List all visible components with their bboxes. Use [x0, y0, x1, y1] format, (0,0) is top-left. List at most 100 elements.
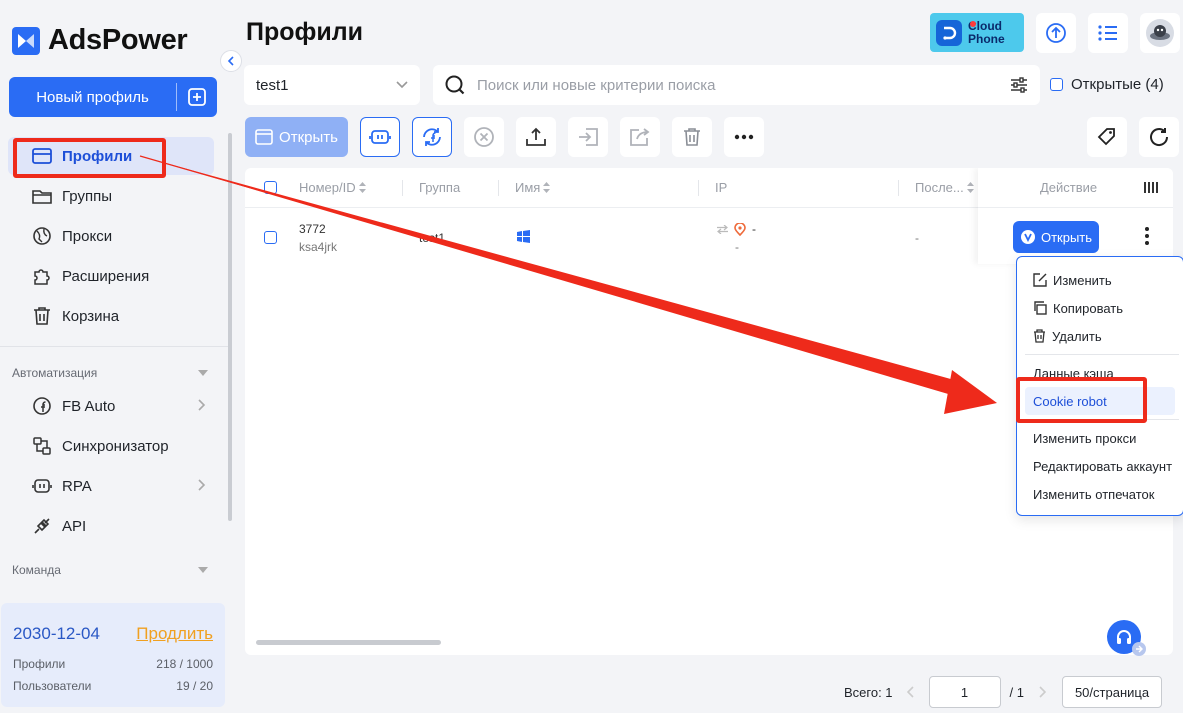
column-group-label: Группа: [419, 180, 461, 195]
row-open-button[interactable]: Открыть: [1013, 221, 1099, 253]
sidebar-item-trash[interactable]: Корзина: [8, 297, 214, 335]
plan-users-value: 19 / 20: [176, 679, 213, 693]
column-header-last-open[interactable]: После...: [915, 180, 974, 195]
row-open-label: Открыть: [1040, 229, 1093, 245]
row-ip-value: -: [752, 222, 756, 236]
new-profile-button[interactable]: Новый профиль: [9, 77, 176, 117]
new-profile-button-group: Новый профиль: [9, 77, 217, 117]
row-last-open: -: [915, 231, 919, 245]
add-square-icon: [188, 88, 206, 106]
page-size-value: 50/страница: [1074, 684, 1150, 700]
support-button[interactable]: [1107, 620, 1146, 656]
upload-button[interactable]: [1036, 13, 1076, 53]
page-size-select[interactable]: 50/страница: [1062, 676, 1163, 708]
chevron-left-icon: [227, 56, 234, 66]
caret-down-icon: [198, 370, 208, 376]
search-input[interactable]: [477, 76, 998, 94]
row-checkbox[interactable]: [264, 231, 277, 244]
select-all-checkbox[interactable]: [264, 181, 277, 194]
menu-item-delete[interactable]: Удалить: [1025, 322, 1175, 350]
sidebar-item-proxies[interactable]: Прокси: [8, 217, 214, 255]
column-header-ip: IP: [715, 180, 727, 195]
fb-sync-button[interactable]: [412, 117, 452, 157]
row-number: 3772: [299, 222, 326, 236]
column-header-name[interactable]: Имя: [515, 180, 551, 195]
close-browser-button[interactable]: [464, 117, 504, 157]
tags-button[interactable]: [1087, 117, 1127, 157]
column-header-number[interactable]: Номер/ID: [299, 180, 366, 195]
refresh-button[interactable]: [1139, 117, 1179, 157]
sidebar-item-label: Синхронизатор: [62, 437, 169, 455]
trash-icon: [32, 306, 52, 326]
move-in-icon: [579, 128, 598, 146]
task-list-button[interactable]: [1088, 13, 1128, 53]
row-group: test1: [419, 231, 446, 245]
more-vertical-icon[interactable]: [1145, 227, 1149, 245]
chevron-right-icon: [198, 399, 206, 411]
sidebar-item-fb-auto[interactable]: FB Auto: [8, 387, 214, 425]
annotation-box-profiles: [13, 138, 166, 178]
sidebar-divider: [0, 346, 232, 347]
batch-add-button[interactable]: [177, 77, 217, 117]
plan-users-label: Пользователи: [13, 679, 92, 693]
plan-card: 2030-12-04 Продлить Профили 218 / 1000 П…: [1, 603, 225, 707]
menu-item-change-fingerprint[interactable]: Изменить отпечаток: [1025, 480, 1175, 508]
plug-icon: [32, 516, 52, 536]
sidebar-item-label: API: [62, 517, 87, 535]
annotation-box-cookie-robot: [1016, 377, 1147, 423]
avatar[interactable]: [1140, 13, 1180, 53]
menu-item-copy[interactable]: Копировать: [1025, 294, 1175, 322]
sidebar-item-synchronizer[interactable]: Синхронизатор: [8, 427, 214, 465]
move-to-group-button[interactable]: [568, 117, 608, 157]
menu-item-change-proxy[interactable]: Изменить прокси: [1025, 424, 1175, 452]
column-header-action: Действие: [1040, 180, 1097, 195]
opened-filter[interactable]: Открытые (4): [1050, 76, 1164, 93]
sidebar-item-api[interactable]: API: [8, 507, 214, 545]
edit-icon: [1033, 273, 1047, 287]
next-page-icon[interactable]: [1038, 686, 1047, 698]
cloud-phone-button[interactable]: Cloud Phone: [930, 13, 1024, 52]
column-settings-icon[interactable]: [1144, 181, 1158, 194]
sidebar-item-extensions[interactable]: Расширения: [8, 257, 214, 295]
row-ip: -: [717, 222, 756, 236]
caret-down-icon: [198, 567, 208, 573]
menu-item-label: Удалить: [1052, 328, 1102, 344]
prev-page-icon[interactable]: [906, 686, 915, 698]
table-horizontal-scrollbar[interactable]: [256, 640, 441, 645]
export-button[interactable]: [516, 117, 556, 157]
headset-icon: [1117, 630, 1131, 644]
delete-icon: [1034, 329, 1045, 343]
delete-button[interactable]: [672, 117, 712, 157]
menu-item-label: Изменить прокси: [1033, 430, 1137, 446]
team-section-header[interactable]: Команда: [12, 563, 208, 577]
open-selected-button[interactable]: Открыть: [245, 117, 348, 157]
column-name-label: Имя: [515, 180, 541, 195]
sidebar-item-groups[interactable]: Группы: [8, 177, 214, 215]
renew-link[interactable]: Продлить: [136, 624, 213, 644]
plan-profiles-label: Профили: [13, 657, 66, 671]
share-button[interactable]: [620, 117, 660, 157]
sidebar: AdsPower Новый профиль Профили Группы Пр…: [0, 0, 232, 713]
logo: AdsPower: [12, 24, 188, 57]
group-select[interactable]: test1: [244, 65, 420, 105]
sort-icon: [966, 182, 974, 193]
automation-section-label: Автоматизация: [12, 366, 98, 380]
menu-item-edit[interactable]: Изменить: [1025, 266, 1175, 294]
chevron-down-icon: [396, 81, 408, 89]
location-pin-icon: [734, 222, 746, 236]
more-actions-button[interactable]: [724, 117, 764, 157]
sidebar-item-rpa[interactable]: RPA: [8, 467, 214, 505]
sidebar-item-label: Расширения: [62, 267, 150, 285]
swap-icon: [717, 224, 728, 234]
page-number-input[interactable]: 1: [928, 676, 1001, 708]
more-horizontal-icon: [734, 134, 754, 140]
menu-item-label: Изменить: [1053, 272, 1112, 288]
filter-sliders-icon[interactable]: [1010, 77, 1028, 93]
folder-icon: [32, 186, 52, 206]
list-icon: [1098, 25, 1117, 41]
menu-item-edit-account[interactable]: Редактировать аккаунт: [1025, 452, 1175, 480]
automation-section-header[interactable]: Автоматизация: [12, 366, 208, 380]
opened-checkbox[interactable]: [1050, 78, 1063, 91]
collapse-sidebar-button[interactable]: [220, 50, 242, 72]
rpa-button[interactable]: [360, 117, 400, 157]
